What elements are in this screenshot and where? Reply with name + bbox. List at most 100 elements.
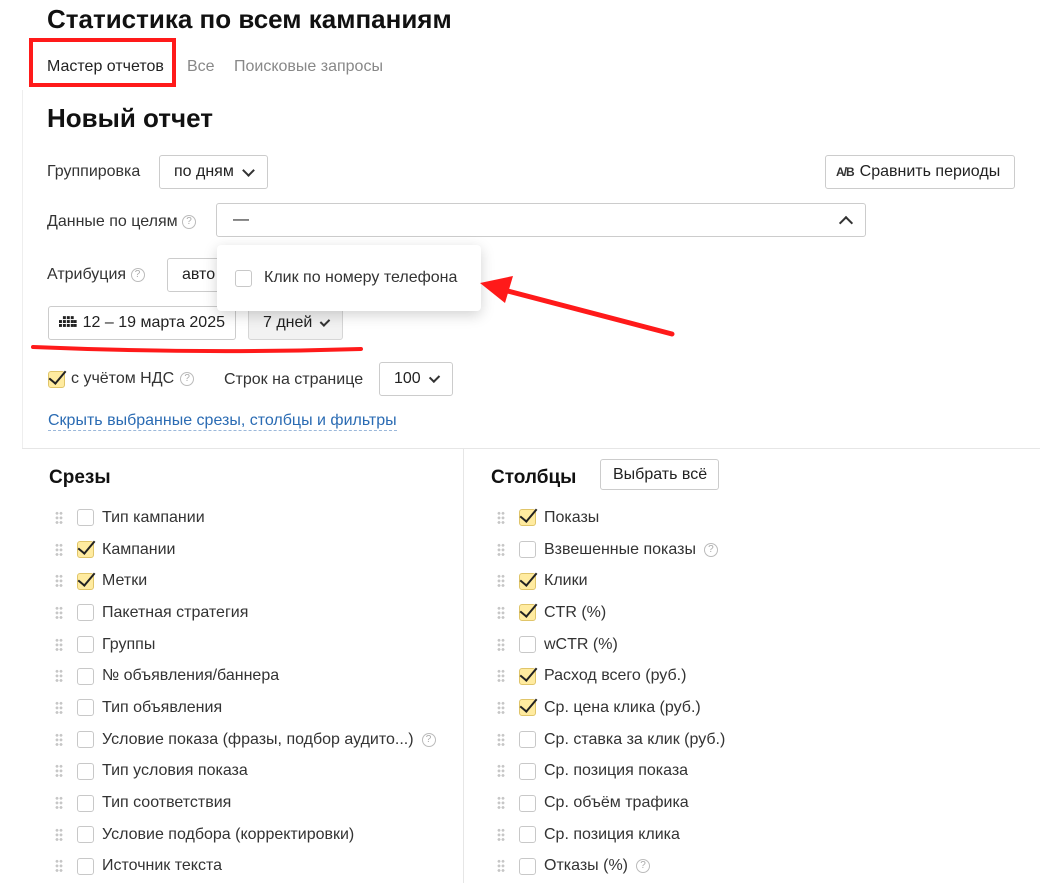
slices-checkbox[interactable]: [77, 604, 94, 622]
drag-handle-icon[interactable]: [55, 764, 63, 779]
slices-checkbox[interactable]: [77, 509, 94, 527]
columns-checkbox[interactable]: [519, 699, 536, 717]
help-icon[interactable]: ?: [182, 214, 197, 229]
slices-checkbox[interactable]: [77, 667, 94, 685]
columns-checkbox[interactable]: [519, 572, 536, 590]
columns-item[interactable]: Показы: [497, 502, 725, 534]
grouping-select[interactable]: по дням: [159, 155, 268, 189]
drag-handle-icon[interactable]: [55, 732, 63, 747]
columns-item[interactable]: CTR (%): [497, 597, 725, 629]
slices-checkbox[interactable]: [77, 857, 94, 875]
vat-toggle[interactable]: с учётом НДС ?: [48, 370, 195, 388]
drag-handle-icon[interactable]: [497, 764, 505, 779]
columns-item[interactable]: Клики: [497, 565, 725, 597]
columns-checkbox[interactable]: [519, 826, 536, 844]
drag-handle-icon[interactable]: [497, 796, 505, 811]
slices-item[interactable]: № объявления/баннера: [55, 660, 436, 692]
columns-checkbox[interactable]: [519, 762, 536, 780]
slices-item[interactable]: Метки: [55, 565, 436, 597]
slices-item[interactable]: Пакетная стратегия: [55, 597, 436, 629]
tab-search-queries[interactable]: Поисковые запросы: [234, 58, 383, 76]
divider: [22, 90, 23, 448]
columns-item[interactable]: Ср. позиция клика: [497, 819, 725, 851]
columns-item[interactable]: Отказы (%)?: [497, 851, 725, 883]
goals-select[interactable]: —: [216, 203, 866, 237]
phone-click-checkbox[interactable]: [235, 269, 252, 287]
drag-handle-icon[interactable]: [497, 827, 505, 842]
drag-handle-icon[interactable]: [497, 700, 505, 715]
compare-periods-button[interactable]: A/B Сравнить периоды: [825, 155, 1015, 189]
slices-checkbox[interactable]: [77, 762, 94, 780]
slices-checkbox[interactable]: [77, 794, 94, 812]
slices-checkbox[interactable]: [77, 636, 94, 654]
period-select[interactable]: 7 дней: [248, 306, 343, 340]
help-icon[interactable]: ?: [703, 542, 718, 557]
hide-filters-link[interactable]: Скрыть выбранные срезы, столбцы и фильтр…: [48, 412, 397, 431]
columns-checkbox[interactable]: [519, 541, 536, 559]
drag-handle-icon[interactable]: [497, 542, 505, 557]
columns-checkbox[interactable]: [519, 509, 536, 527]
help-icon[interactable]: ?: [130, 267, 145, 282]
columns-item[interactable]: Ср. цена клика (руб.): [497, 692, 725, 724]
slices-checkbox[interactable]: [77, 826, 94, 844]
drag-handle-icon[interactable]: [497, 510, 505, 525]
slices-checkbox[interactable]: [77, 699, 94, 717]
columns-checkbox[interactable]: [519, 794, 536, 812]
columns-checkbox[interactable]: [519, 636, 536, 654]
drag-handle-icon[interactable]: [497, 605, 505, 620]
slices-item[interactable]: Тип кампании: [55, 502, 436, 534]
slices-checkbox[interactable]: [77, 731, 94, 749]
drag-handle-icon[interactable]: [55, 827, 63, 842]
drag-handle-icon[interactable]: [55, 510, 63, 525]
columns-checkbox[interactable]: [519, 667, 536, 685]
columns-item[interactable]: Ср. ставка за клик (руб.): [497, 724, 725, 756]
goals-dropdown-option[interactable]: Клик по номеру телефона: [264, 269, 457, 287]
vat-checkbox[interactable]: [48, 370, 65, 388]
slices-item[interactable]: Тип соответствия: [55, 787, 436, 819]
columns-checkbox[interactable]: [519, 604, 536, 622]
columns-item[interactable]: wCTR (%): [497, 629, 725, 661]
drag-handle-icon[interactable]: [55, 574, 63, 589]
columns-item[interactable]: Ср. позиция показа: [497, 756, 725, 788]
select-all-button[interactable]: Выбрать всё: [600, 459, 719, 490]
drag-handle-icon[interactable]: [55, 700, 63, 715]
annotation-arrow-head: [480, 276, 513, 303]
rows-per-page-select[interactable]: 100: [379, 362, 453, 396]
drag-handle-icon[interactable]: [497, 669, 505, 684]
goals-dropdown: Клик по номеру телефона: [217, 245, 481, 311]
columns-checkbox[interactable]: [519, 857, 536, 875]
help-icon[interactable]: ?: [180, 372, 195, 386]
slices-item[interactable]: Условие показа (фразы, подбор аудито...)…: [55, 724, 436, 756]
drag-handle-icon[interactable]: [55, 637, 63, 652]
drag-handle-icon[interactable]: [497, 574, 505, 589]
slices-item[interactable]: Кампании: [55, 534, 436, 566]
help-icon[interactable]: ?: [636, 859, 651, 874]
goals-label: Данные по целям ?: [47, 213, 197, 231]
date-range-picker[interactable]: 12 – 19 марта 2025: [48, 306, 236, 340]
slices-item[interactable]: Условие подбора (корректировки): [55, 819, 436, 851]
tab-all[interactable]: Все: [187, 58, 215, 76]
columns-item[interactable]: Расход всего (руб.): [497, 660, 725, 692]
page-title: Статистика по всем кампаниям: [47, 4, 452, 34]
columns-item[interactable]: Взвешенные показы?: [497, 534, 725, 566]
columns-label: wCTR (%): [544, 635, 618, 653]
drag-handle-icon[interactable]: [497, 637, 505, 652]
columns-checkbox[interactable]: [519, 731, 536, 749]
drag-handle-icon[interactable]: [55, 669, 63, 684]
help-icon[interactable]: ?: [421, 732, 436, 747]
slices-item[interactable]: Тип условия показа: [55, 756, 436, 788]
drag-handle-icon[interactable]: [55, 859, 63, 874]
drag-handle-icon[interactable]: [55, 542, 63, 557]
columns-label: Ср. ставка за клик (руб.): [544, 730, 726, 748]
drag-handle-icon[interactable]: [55, 796, 63, 811]
slices-item[interactable]: Источник текста: [55, 851, 436, 883]
columns-item[interactable]: Ср. объём трафика: [497, 787, 725, 819]
drag-handle-icon[interactable]: [497, 732, 505, 747]
columns-label: Ср. позиция клика: [544, 825, 680, 843]
slices-item[interactable]: Группы: [55, 629, 436, 661]
drag-handle-icon[interactable]: [55, 605, 63, 620]
slices-checkbox[interactable]: [77, 572, 94, 590]
slices-checkbox[interactable]: [77, 541, 94, 559]
slices-item[interactable]: Тип объявления: [55, 692, 436, 724]
drag-handle-icon[interactable]: [497, 859, 505, 874]
